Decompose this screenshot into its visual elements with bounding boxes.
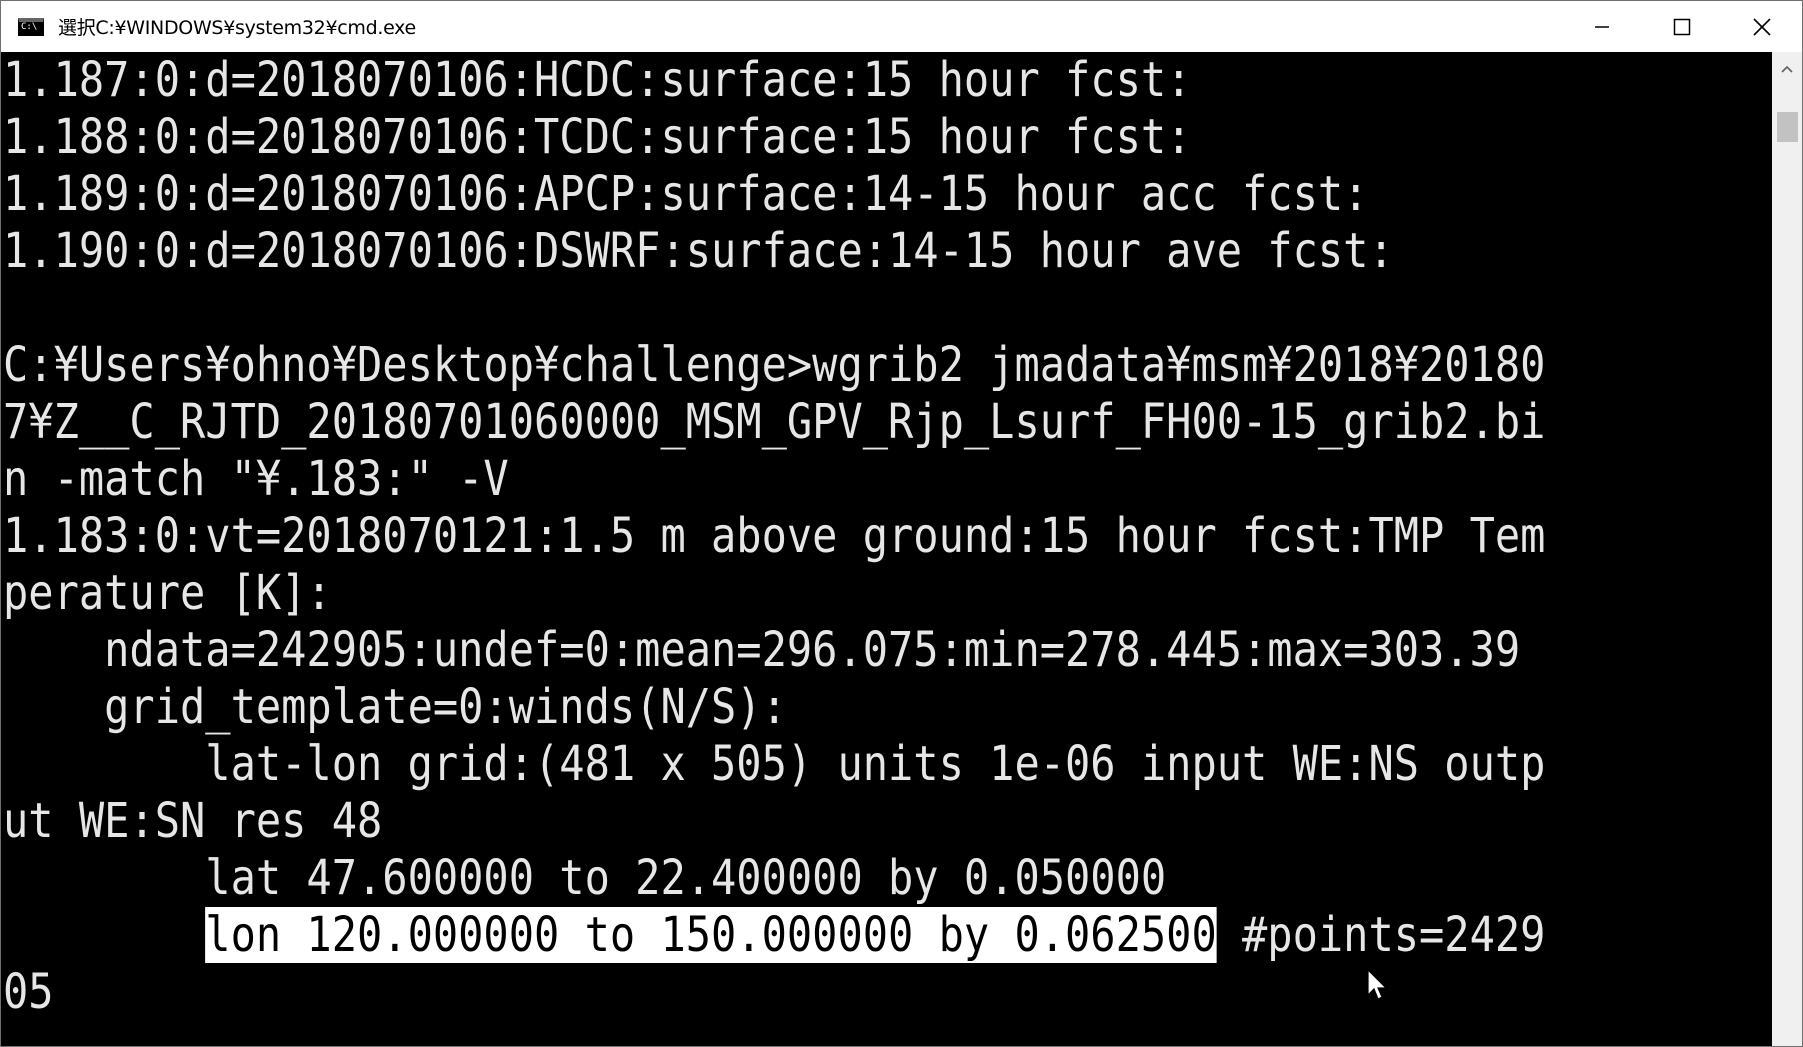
vertical-scrollbar[interactable] [1772, 52, 1802, 1046]
console-line: grid_template=0:winds(N/S): [3, 679, 787, 735]
chevron-up-icon [1781, 65, 1793, 73]
maximize-icon [1673, 18, 1691, 35]
line-rest: #points=2429 [1216, 907, 1546, 963]
console-line: n -match "¥.183:" -V [3, 451, 509, 507]
console-line: ndata=242905:undef=0:mean=296.075:min=27… [3, 622, 1521, 678]
minimize-icon [1595, 25, 1609, 28]
console-line: 1.189:0:d=2018070106:APCP:surface:14-15 … [3, 166, 1369, 222]
mouse-pointer-icon [1367, 969, 1388, 1000]
window-title: 選択C:¥WINDOWS¥system32¥cmd.exe [58, 17, 416, 39]
console-output[interactable]: 1.187:0:d=2018070106:HCDC:surface:15 hou… [1, 52, 1773, 1046]
title-bar[interactable]: C:\ 選択C:¥WINDOWS¥system32¥cmd.exe [1, 1, 1802, 52]
scroll-up-button[interactable] [1772, 52, 1802, 86]
minimize-button[interactable] [1562, 1, 1642, 52]
console-line: lat 47.600000 to 22.400000 by 0.050000 [3, 850, 1167, 906]
window-controls [1562, 1, 1802, 52]
console-line-selected: lon 120.000000 to 150.000000 by 0.062500… [3, 907, 1545, 964]
console-line: 05 [3, 964, 54, 1020]
console-line: 1.183:0:vt=2018070121:1.5 m above ground… [3, 508, 1546, 564]
cmd-icon[interactable]: C:\ [18, 17, 44, 36]
scroll-thumb[interactable] [1777, 112, 1798, 142]
maximize-button[interactable] [1642, 1, 1722, 52]
selected-text[interactable]: lon 120.000000 to 150.000000 by 0.062500 [205, 907, 1217, 963]
cmd-window: C:\ 選択C:¥WINDOWS¥system32¥cmd.exe 1.187:… [0, 0, 1803, 1047]
console-line: ut WE:SN res 48 [3, 793, 383, 849]
close-icon [1753, 17, 1771, 36]
console-line: C:¥Users¥ohno¥Desktop¥challenge>wgrib2 j… [3, 337, 1546, 393]
close-button[interactable] [1722, 1, 1802, 52]
console-line: 1.190:0:d=2018070106:DSWRF:surface:14-15… [3, 223, 1394, 279]
console-line: lat-lon grid:(481 x 505) units 1e-06 inp… [3, 736, 1546, 792]
console-line: perature [K]: [3, 565, 332, 621]
console-line: 1.187:0:d=2018070106:HCDC:surface:15 hou… [3, 52, 1192, 108]
console-line: 7¥Z__C_RJTD_20180701060000_MSM_GPV_Rjp_L… [3, 394, 1546, 450]
console-line: 1.188:0:d=2018070106:TCDC:surface:15 hou… [3, 109, 1192, 165]
